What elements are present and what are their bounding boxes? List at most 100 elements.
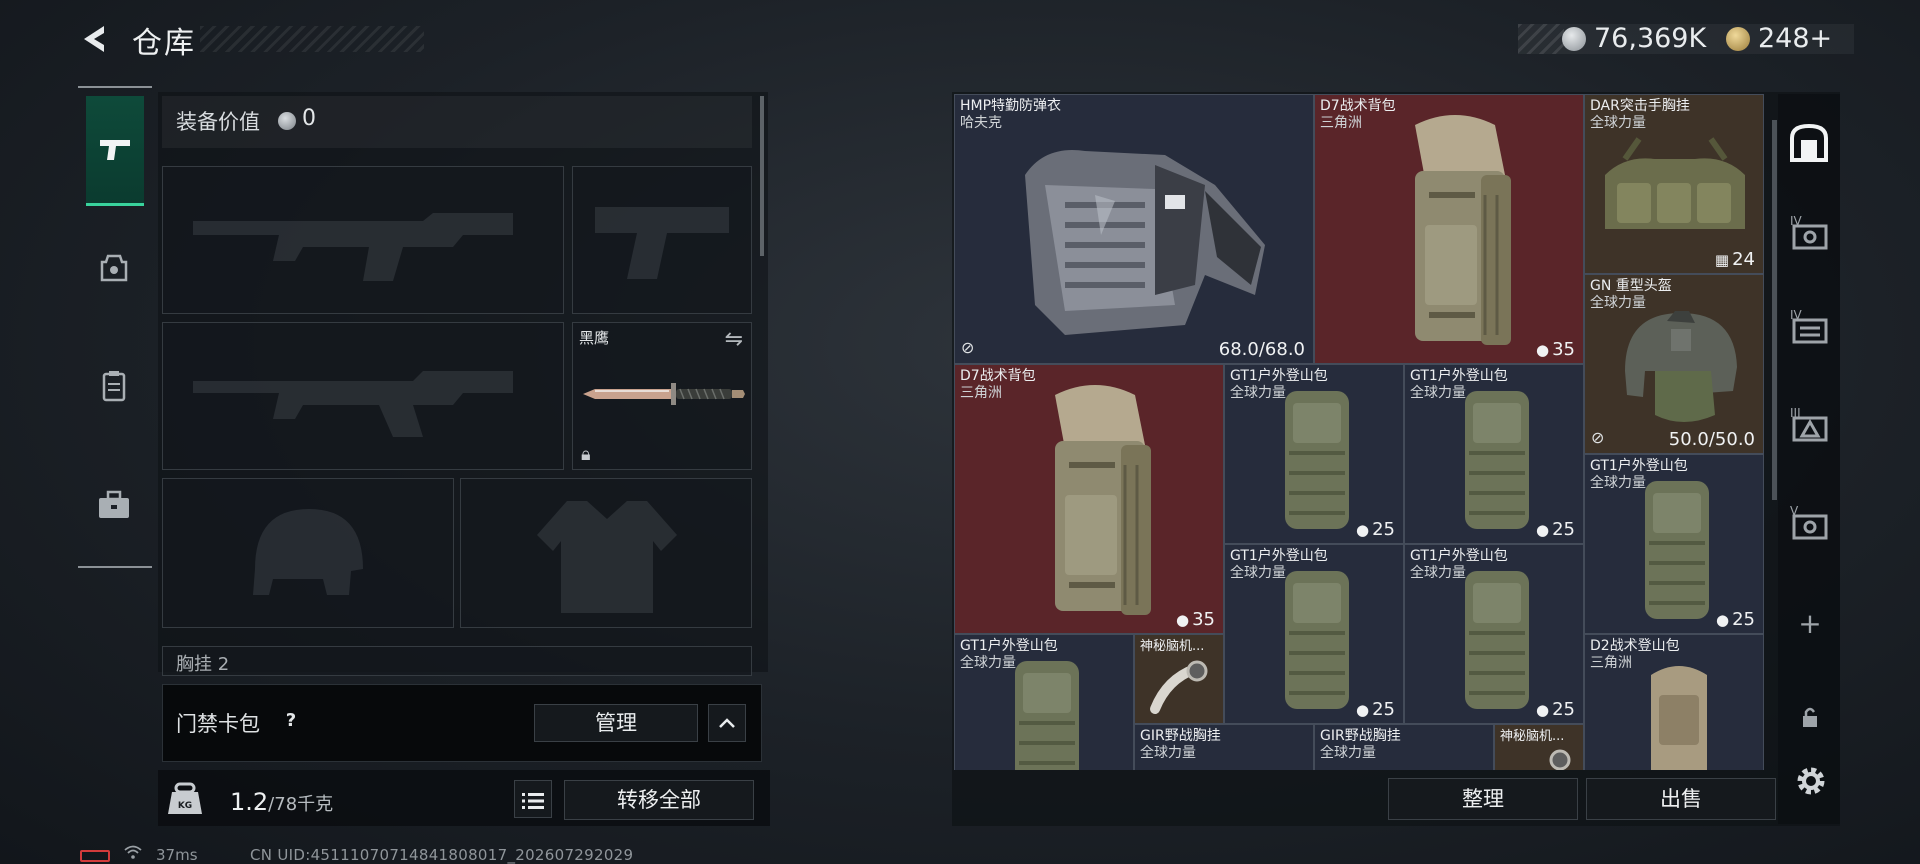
stash-page-iv-2-icon[interactable]: IV [1790,308,1830,348]
gold-currency-amount[interactable]: 248+ [1758,24,1832,54]
currency-bar: 76,369K 248+ [1518,24,1854,54]
stash-grid[interactable]: HMP特勤防弹衣 哈夫克 ⊘ 68.0/68.0 D7战术背包 三角洲 ● 35 DA… [954,94,1764,770]
item-name: 神秘脑机... [1500,729,1565,744]
backpack-image [1465,391,1529,529]
swap-icon[interactable]: ⇋ [725,327,743,352]
capacity-icon: ● [1356,701,1370,719]
item-capacity: ● 35 [1536,339,1575,360]
sort-button[interactable]: 整理 [1388,778,1578,820]
stash-item-gt1-backpack[interactable]: GT1户外登山包 全球力量 ● 25 [1584,454,1764,634]
lock-icon[interactable] [1800,706,1820,728]
stash-page-iii-icon[interactable]: III [1790,406,1830,446]
silver-currency-amount: 76,369K [1594,23,1707,54]
rail-tab-armor[interactable] [98,252,130,284]
capacity-icon: ● [1356,521,1370,539]
stash-page-iv-icon[interactable]: IV [1790,214,1830,254]
stash-item-gt1-backpack[interactable]: GT1户外登山包 全球力量 ● 25 [1404,544,1584,724]
stash-item-mystery-chip[interactable]: 神秘脑机... [1134,634,1224,724]
armor-slot[interactable] [460,478,752,628]
page-title: 仓库 [132,26,196,61]
settings-icon[interactable] [1794,764,1828,798]
stash-item-dar-rig[interactable]: DAR突击手胸挂 全球力量 ▦ 24 [1584,94,1764,274]
add-stash-icon[interactable]: + [1790,604,1830,644]
melee-slot[interactable]: 黑鹰 ⇋ 🔒︎ [572,322,752,470]
weight-kg-icon: KG [168,782,202,814]
stash-scrollbar[interactable] [1772,120,1777,500]
stash-item-gn-helmet[interactable]: GN 重型头盔 全球力量 ⊘ 50.0/50.0 [1584,274,1764,454]
chevron-up-icon [719,718,735,728]
no-repair-icon: ⊘ [1591,428,1605,447]
backpack-image [1465,571,1529,709]
knife-image [583,383,745,405]
manage-button[interactable]: 管理 [534,704,698,742]
sell-button[interactable]: 出售 [1586,778,1776,820]
stash-item-hmp-vest[interactable]: HMP特勤防弹衣 哈夫克 ⊘ 68.0/68.0 [954,94,1314,364]
item-name: GIR野战胸挂 全球力量 [1140,728,1221,761]
currency-decoration [1518,24,1564,54]
item-durability: 68.0/68.0 [1218,339,1305,360]
armor-silhouette-icon [537,501,677,613]
backpack-image [1415,115,1511,345]
item-capacity: ● 35 [1176,609,1215,630]
loadout-scrollbar[interactable] [760,96,764,256]
help-icon[interactable]: ? [278,708,304,734]
svg-text:KG: KG [178,801,192,811]
pistol-icon [100,140,130,160]
backpack-image [1645,481,1709,619]
stash-item-mystery-chip[interactable]: 神秘脑机... [1494,724,1584,770]
secondary-weapon-slot[interactable] [572,166,752,314]
helmet-silhouette-icon [253,509,363,595]
helmet-slot[interactable] [162,478,454,628]
chip-image [1549,749,1571,770]
rifle-silhouette-icon [193,213,513,281]
chest-rig-image [1605,137,1745,229]
vault-icon[interactable] [1788,122,1830,162]
capacity-icon: ● [1176,611,1190,629]
rail-tab-vest[interactable] [98,370,130,404]
stash-item-d2-backpack[interactable]: D2战术登山包 三角洲 [1584,634,1764,770]
gold-coin-icon [1726,27,1750,51]
weight-current: 1.2 [230,788,269,816]
stash-item-gt1-backpack[interactable]: GT1户外登山包 全球力量 ● 25 [1224,364,1404,544]
stash-item-gt1-backpack[interactable]: GT1户外登山包 全球力量 [954,634,1134,770]
no-repair-icon: ⊘ [961,338,975,357]
backpack-image [1285,391,1349,529]
helmet-image [1625,311,1737,422]
collapse-button[interactable] [708,704,746,742]
stash-item-gir-rig[interactable]: GIR野战胸挂 全球力量 [1314,724,1494,770]
slots-icon: ▦ [1714,251,1730,269]
pistol-silhouette-icon [595,207,729,279]
transfer-all-button[interactable]: 转移全部 [564,780,754,820]
primary-weapon-slot[interactable] [162,166,564,314]
primary-weapon-slot-2[interactable] [162,322,564,470]
stash-item-d7-backpack[interactable]: D7战术背包 三角洲 ● 35 [1314,94,1584,364]
item-capacity: ● 25 [1536,519,1575,540]
stash-item-gt1-backpack[interactable]: GT1户外登山包 全球力量 ● 25 [1404,364,1584,544]
stash-item-gt1-backpack[interactable]: GT1户外登山包 全球力量 ● 25 [1224,544,1404,724]
capacity-icon: ● [1716,611,1730,629]
item-capacity: ● 25 [1356,519,1395,540]
weight-max: /78千克 [268,794,334,815]
capacity-icon: ● [1536,521,1550,539]
equip-value: 0 [302,106,316,131]
stash-item-gir-rig[interactable]: GIR野战胸挂 全球力量 [1134,724,1314,770]
backpack-image [1055,385,1151,615]
keycard-label: 门禁卡包 [176,712,260,736]
rail-divider-top [78,86,152,88]
weight-readout: 1.2/78千克 [230,788,333,816]
chest-rig-slot[interactable] [162,646,752,676]
armor-vest-image [1025,150,1265,335]
lock-icon: 🔒︎ [581,444,591,465]
silver-coin-icon [1562,27,1586,51]
rail-tab-case[interactable] [96,490,132,520]
rifle-silhouette-icon [193,371,513,437]
chip-image [1150,660,1208,714]
melee-item-name: 黑鹰 [579,329,610,347]
stash-item-d7-backpack[interactable]: D7战术背包 三角洲 ● 35 [954,364,1224,634]
uid-readout: CN UID:451110707148418080​17_20260729202… [250,846,634,864]
back-arrow-icon[interactable] [78,22,112,56]
stash-page-v-icon[interactable]: V [1790,504,1830,544]
list-view-button[interactable] [514,780,552,818]
item-capacity: ● 25 [1716,609,1755,630]
wifi-icon [124,844,142,863]
